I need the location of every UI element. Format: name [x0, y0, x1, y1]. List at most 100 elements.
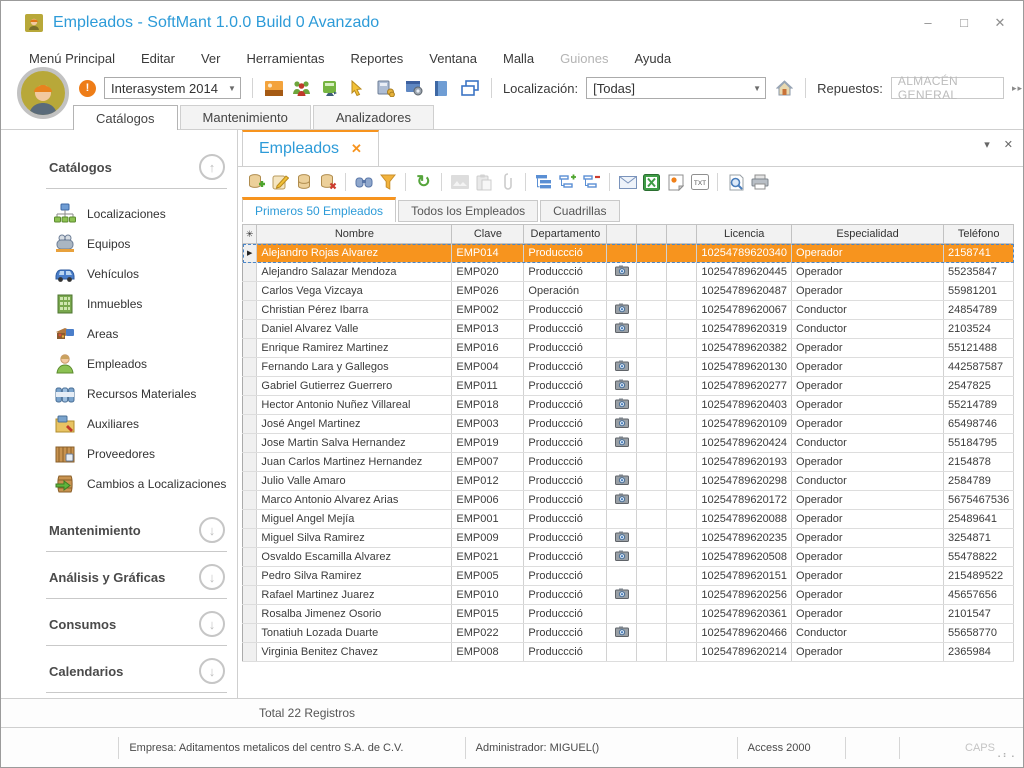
- row-indicator[interactable]: [243, 301, 257, 320]
- maximize-button[interactable]: □: [957, 15, 971, 31]
- cell-licencia[interactable]: 10254789620088: [697, 510, 792, 529]
- cell-clave[interactable]: EMP011: [452, 377, 524, 396]
- sidebar-item-localizaciones[interactable]: Localizaciones: [1, 199, 237, 229]
- cell-foto-3[interactable]: [667, 643, 697, 662]
- cell-licencia[interactable]: 10254789620487: [697, 282, 792, 301]
- cell-licencia[interactable]: 10254789620256: [697, 586, 792, 605]
- cell-licencia[interactable]: 10254789620319: [697, 320, 792, 339]
- cell-nombre[interactable]: Fernando Lara y Gallegos: [257, 358, 452, 377]
- menu-herramientas[interactable]: Herramientas: [246, 51, 324, 66]
- cell-foto-3[interactable]: [667, 529, 697, 548]
- cell-foto-3[interactable]: [667, 605, 697, 624]
- close-button[interactable]: ✕: [993, 15, 1007, 31]
- alert-icon[interactable]: !: [79, 80, 96, 97]
- cell-departamento[interactable]: Produccció: [524, 548, 607, 567]
- cell-departamento[interactable]: Produccció: [524, 320, 607, 339]
- cell-foto[interactable]: [607, 472, 637, 491]
- row-indicator[interactable]: [243, 472, 257, 491]
- cell-clave[interactable]: EMP005: [452, 567, 524, 586]
- cell-foto[interactable]: [607, 529, 637, 548]
- cell-nombre[interactable]: Enrique Ramirez Martinez: [257, 339, 452, 358]
- cell-foto[interactable]: [607, 605, 637, 624]
- table-row[interactable]: Carlos Vega VizcayaEMP026Operación102547…: [243, 282, 1014, 301]
- table-row[interactable]: Virginia Benitez ChavezEMP008Produccció1…: [243, 643, 1014, 662]
- expand-down-icon[interactable]: ↓: [199, 611, 225, 637]
- cell-foto-3[interactable]: [667, 396, 697, 415]
- cell-nombre[interactable]: Alejandro Rojas Alvarez: [257, 244, 452, 263]
- cell-licencia[interactable]: 10254789620193: [697, 453, 792, 472]
- cell-foto-3[interactable]: [667, 548, 697, 567]
- sidebar-item-recursos-materiales[interactable]: Recursos Materiales: [1, 379, 237, 409]
- row-indicator[interactable]: [243, 434, 257, 453]
- cell-especialidad[interactable]: Conductor: [792, 472, 944, 491]
- cell-departamento[interactable]: Produccció: [524, 434, 607, 453]
- cell-foto[interactable]: [607, 415, 637, 434]
- cell-foto-3[interactable]: [667, 339, 697, 358]
- table-row[interactable]: Christian Pérez IbarraEMP002Produccció10…: [243, 301, 1014, 320]
- cell-foto-3[interactable]: [667, 263, 697, 282]
- cell-foto-2[interactable]: [637, 529, 667, 548]
- cell-especialidad[interactable]: Operador: [792, 567, 944, 586]
- table-row[interactable]: Rosalba Jimenez OsorioEMP015Produccció10…: [243, 605, 1014, 624]
- cell-foto-2[interactable]: [637, 510, 667, 529]
- cell-telefono[interactable]: 2101547: [944, 605, 1014, 624]
- cell-especialidad[interactable]: Operador: [792, 643, 944, 662]
- cell-especialidad[interactable]: Conductor: [792, 624, 944, 643]
- cell-clave[interactable]: EMP004: [452, 358, 524, 377]
- cell-especialidad[interactable]: Conductor: [792, 434, 944, 453]
- calculator-coins-icon[interactable]: [376, 78, 396, 98]
- table-row[interactable]: Jose Martin Salva HernandezEMP019Producc…: [243, 434, 1014, 453]
- table-row[interactable]: Julio Valle AmaroEMP012Produccció1025478…: [243, 472, 1014, 491]
- table-row[interactable]: Rafael Martinez JuarezEMP010Produccció10…: [243, 586, 1014, 605]
- cell-licencia[interactable]: 10254789620277: [697, 377, 792, 396]
- cell-foto-2[interactable]: [637, 472, 667, 491]
- row-indicator[interactable]: [243, 320, 257, 339]
- cell-telefono[interactable]: 65498746: [944, 415, 1014, 434]
- panel-menu-icon[interactable]: ▾: [984, 138, 990, 151]
- cell-clave[interactable]: EMP016: [452, 339, 524, 358]
- expand-down-icon[interactable]: ↓: [199, 564, 225, 590]
- filter-icon[interactable]: [378, 173, 397, 192]
- delete-record-icon[interactable]: [318, 173, 337, 192]
- cell-foto-3[interactable]: [667, 358, 697, 377]
- cell-nombre[interactable]: Alejandro Salazar Mendoza: [257, 263, 452, 282]
- cell-foto[interactable]: [607, 624, 637, 643]
- cell-departamento[interactable]: Produccció: [524, 567, 607, 586]
- cell-especialidad[interactable]: Operador: [792, 491, 944, 510]
- cell-clave[interactable]: EMP022: [452, 624, 524, 643]
- row-indicator[interactable]: ▶: [243, 244, 257, 263]
- cell-nombre[interactable]: Osvaldo Escamilla Alvarez: [257, 548, 452, 567]
- cell-licencia[interactable]: 10254789620445: [697, 263, 792, 282]
- cell-foto-3[interactable]: [667, 415, 697, 434]
- collapse-up-icon[interactable]: ↑: [199, 154, 225, 180]
- cell-nombre[interactable]: Rosalba Jimenez Osorio: [257, 605, 452, 624]
- cell-foto[interactable]: [607, 244, 637, 263]
- cell-licencia[interactable]: 10254789620508: [697, 548, 792, 567]
- cell-especialidad[interactable]: Operador: [792, 244, 944, 263]
- cell-licencia[interactable]: 10254789620214: [697, 643, 792, 662]
- cell-telefono[interactable]: 24854789: [944, 301, 1014, 320]
- table-row[interactable]: Miguel Silva RamirezEMP009Produccció1025…: [243, 529, 1014, 548]
- cell-foto[interactable]: [607, 453, 637, 472]
- row-indicator[interactable]: [243, 415, 257, 434]
- cell-nombre[interactable]: Jose Martin Salva Hernandez: [257, 434, 452, 453]
- row-indicator[interactable]: [243, 377, 257, 396]
- cell-departamento[interactable]: Produccció: [524, 624, 607, 643]
- cell-foto-2[interactable]: [637, 377, 667, 396]
- txt-export-icon[interactable]: TXT: [690, 173, 709, 192]
- table-row[interactable]: Enrique Ramirez MartinezEMP016Produccció…: [243, 339, 1014, 358]
- header-telefono[interactable]: Teléfono: [944, 225, 1014, 244]
- table-row[interactable]: Fernando Lara y GallegosEMP004Produccció…: [243, 358, 1014, 377]
- menu-editar[interactable]: Editar: [141, 51, 175, 66]
- cell-foto[interactable]: [607, 643, 637, 662]
- sidebar-item-inmuebles[interactable]: Inmuebles: [1, 289, 237, 319]
- cell-foto-3[interactable]: [667, 282, 697, 301]
- cell-foto[interactable]: [607, 510, 637, 529]
- resize-grip-icon[interactable]: ⠠⠆⠄: [994, 750, 1019, 761]
- cell-telefono[interactable]: 55184795: [944, 434, 1014, 453]
- sidebar-section-mantenimiento[interactable]: Mantenimiento ↓: [1, 511, 237, 549]
- cell-especialidad[interactable]: Operador: [792, 282, 944, 301]
- sidebar-item-proveedores[interactable]: Proveedores: [1, 439, 237, 469]
- cell-telefono[interactable]: 55981201: [944, 282, 1014, 301]
- cell-foto-2[interactable]: [637, 453, 667, 472]
